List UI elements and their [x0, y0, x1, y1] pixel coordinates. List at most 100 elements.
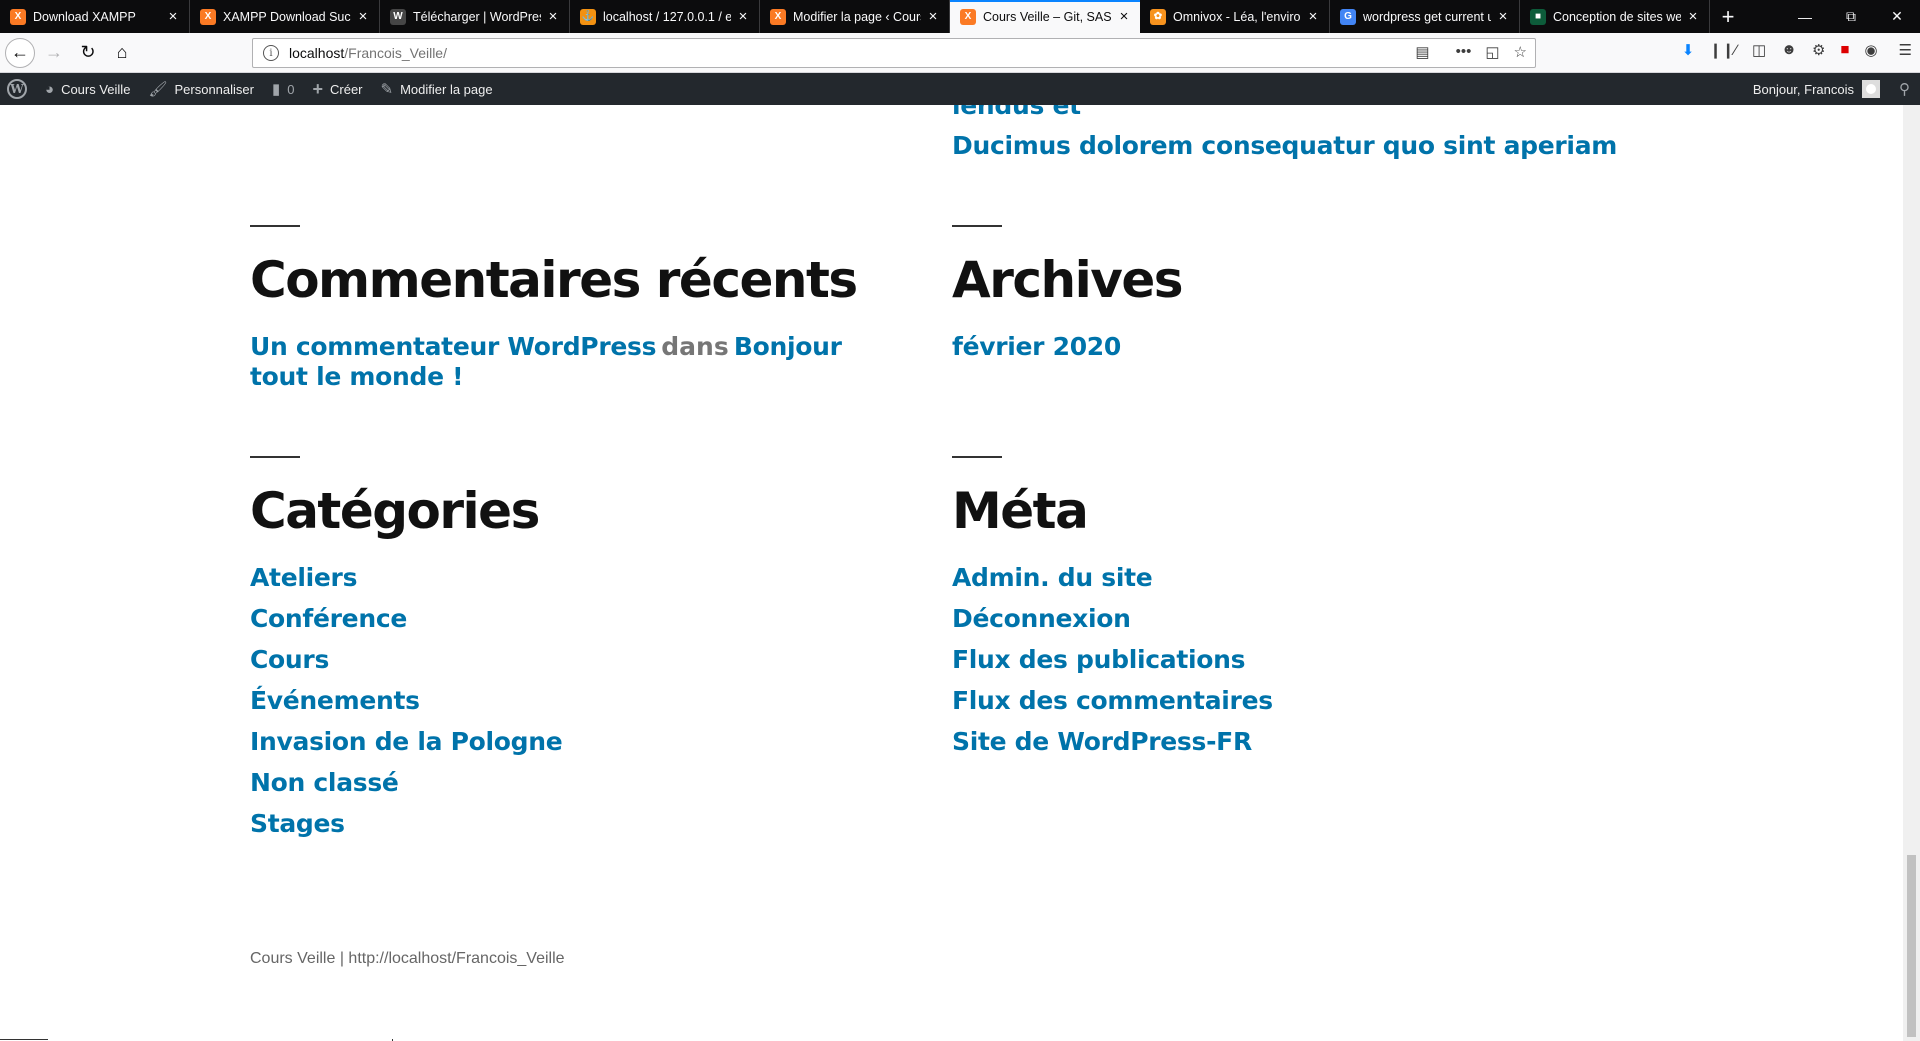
categories-list: Ateliers Conférence Cours Événements Invasio… — [250, 563, 890, 839]
widget-link[interactable]: Stages — [250, 809, 345, 838]
widget-divider — [952, 456, 1002, 458]
site-footer: Cours Veille | http://localhost/Francois… — [250, 950, 565, 967]
widget-link[interactable]: Flux des commentaires — [952, 686, 1273, 715]
browser-tab[interactable]: ⚓ localhost / 127.0.0.1 / ex × — [570, 0, 760, 33]
new-tab-button[interactable]: + — [1710, 0, 1746, 33]
widget-link[interactable]: Conférence — [250, 604, 407, 633]
navigation-toolbar: ← → ↻ ⌂ i localhost/Francois_Veille/ ▤ •… — [0, 33, 1920, 73]
browser-tab[interactable]: X Cours Veille – Git, SASS, × — [950, 0, 1140, 33]
forward-button[interactable]: → — [38, 37, 70, 69]
browser-tab[interactable]: ■ Conception de sites web × — [1520, 0, 1710, 33]
admin-search[interactable]: ⚲ — [1889, 73, 1920, 105]
my-account-menu[interactable]: Bonjour, Francois — [1744, 73, 1889, 105]
browser-tab[interactable]: X XAMPP Download Succ × — [190, 0, 380, 33]
site-name-menu[interactable]: ◕ Cours Veille — [36, 73, 139, 105]
tab-close-icon[interactable]: × — [355, 8, 371, 25]
pdf-extension-icon[interactable]: ■ — [1840, 41, 1849, 59]
tab-close-icon[interactable]: × — [925, 8, 941, 25]
list-item: Stages — [250, 809, 890, 839]
tab-close-icon[interactable]: × — [545, 8, 561, 25]
scrollbar-thumb[interactable] — [1907, 855, 1916, 1037]
widget-title: Méta — [952, 482, 1089, 540]
restore-icon[interactable]: ⧉ — [1828, 0, 1874, 33]
comments-menu[interactable]: ▮ 0 — [263, 73, 304, 105]
page-scrollbar[interactable] — [1903, 105, 1920, 1041]
widget-link[interactable]: février 2020 — [952, 332, 1121, 361]
browser-tab[interactable]: Gwordpress get current ur × — [1330, 0, 1520, 33]
widget-link[interactable]: Événements — [250, 686, 420, 715]
pocket-icon[interactable]: ◱ — [1485, 43, 1499, 61]
tab-close-icon[interactable]: × — [735, 8, 751, 25]
tab-title: Download XAMPP — [33, 9, 136, 24]
widget-link[interactable]: Cours — [250, 645, 329, 674]
url-path: /Francois_Veille/ — [344, 45, 447, 61]
list-item: Conférence — [250, 604, 890, 634]
browser-tab[interactable]: X Download XAMPP × — [0, 0, 190, 33]
back-button[interactable]: ← — [4, 37, 36, 69]
new-content-menu[interactable]: + Créer — [303, 73, 371, 105]
meta-list: Admin. du site Déconnexion Flux des public… — [952, 563, 1592, 757]
recent-post-link[interactable]: Ducimus dolorem consequatur quo sint ape… — [952, 131, 1617, 160]
greeting: Bonjour, Francois — [1752, 81, 1854, 97]
list-item: Flux des commentaires — [952, 686, 1592, 716]
home-button[interactable]: ⌂ — [106, 37, 138, 69]
widget-link[interactable]: Non classé — [250, 768, 399, 797]
wp-logo-menu[interactable]: W — [0, 73, 36, 105]
comment-author-link[interactable]: Un commentateur WordPress — [250, 332, 656, 361]
widget-link[interactable]: Ateliers — [250, 563, 357, 592]
tab-favicon-icon: W — [390, 8, 406, 25]
url-bar[interactable]: i localhost/Francois_Veille/ ▤ ••• ◱ ☆ — [252, 38, 1536, 68]
close-window-icon[interactable]: ✕ — [1874, 0, 1920, 33]
tab-close-icon[interactable]: × — [165, 8, 181, 25]
library-icon[interactable]: ❙❙∕ — [1709, 41, 1737, 59]
wordpress-logo-icon: W — [7, 79, 27, 99]
tab-close-icon[interactable]: × — [1495, 8, 1511, 25]
site-info-icon[interactable]: i — [263, 45, 279, 61]
tab-strip: X Download XAMPP × X XAMPP Download Succ × W Té… — [0, 0, 1920, 33]
widget-link[interactable]: Flux des publications — [952, 645, 1246, 674]
tab-favicon-icon: ■ — [1530, 8, 1546, 25]
extension-icon[interactable]: ⚙ — [1812, 41, 1825, 59]
sidebar-icon[interactable]: ◫ — [1752, 41, 1766, 59]
widget-link[interactable]: Invasion de la Pologne — [250, 727, 563, 756]
page-actions-icon[interactable]: ••• — [1456, 43, 1472, 61]
widget-link[interactable]: Déconnexion — [952, 604, 1131, 633]
tab-close-icon[interactable]: × — [1685, 8, 1701, 25]
tab-favicon-icon: X — [10, 8, 26, 25]
meta-widget: Méta Admin. du site Déconnexion Flux des p… — [952, 456, 1592, 768]
tab-close-icon[interactable]: × — [1116, 8, 1132, 25]
customize-menu[interactable]: 🖌 Personnaliser — [139, 73, 263, 105]
page-content: lendus et Ducimus dolorem consequatur qu… — [0, 105, 1903, 1041]
widget-link[interactable]: Site de WordPress-FR — [952, 727, 1252, 756]
reload-button[interactable]: ↻ — [72, 37, 104, 69]
tab-title: Télécharger | WordPress — [413, 9, 541, 24]
list-item: Non classé — [250, 768, 890, 798]
minimize-icon[interactable]: — — [1782, 0, 1828, 33]
tab-title: XAMPP Download Succ — [223, 9, 351, 24]
list-item: Flux des publications — [952, 645, 1592, 675]
browser-tab[interactable]: W Télécharger | WordPress × — [380, 0, 570, 33]
browser-tab[interactable]: ✿ Omnivox - Léa, l'environ × — [1140, 0, 1330, 33]
tab-favicon-icon: X — [200, 8, 216, 25]
edit-page-menu[interactable]: ✎ Modifier la page — [372, 73, 502, 105]
list-item: Événements — [250, 686, 890, 716]
recent-comment-entry: Un commentateur WordPress dans Bonjour t… — [250, 332, 870, 392]
recent-post-link-partial[interactable]: lendus et — [952, 105, 1081, 120]
reader-view-icon[interactable]: ▤ — [1415, 43, 1429, 61]
recent-comments-widget: Commentaires récents Un commentateur Wor… — [250, 225, 890, 392]
list-item: Ateliers — [250, 563, 890, 593]
window-controls: — ⧉ ✕ — [1782, 0, 1920, 33]
vpn-extension-icon[interactable]: ◉ — [1864, 41, 1877, 59]
url-host: localhost — [289, 45, 345, 61]
menu-icon[interactable]: ☰ — [1899, 41, 1912, 59]
account-icon[interactable]: ☻ — [1781, 41, 1797, 59]
archives-widget: Archives février 2020 — [952, 225, 1592, 373]
browser-tab[interactable]: X Modifier la page ‹ Cours × — [760, 0, 950, 33]
tab-favicon-icon: ⚓ — [580, 8, 596, 25]
archives-list: février 2020 — [952, 332, 1592, 362]
downloads-icon[interactable]: ⬇ — [1682, 41, 1695, 59]
admin-bar-right: Bonjour, Francois ⚲ — [1744, 73, 1920, 105]
bookmark-star-icon[interactable]: ☆ — [1514, 43, 1527, 61]
tab-close-icon[interactable]: × — [1305, 8, 1321, 25]
widget-link[interactable]: Admin. du site — [952, 563, 1153, 592]
